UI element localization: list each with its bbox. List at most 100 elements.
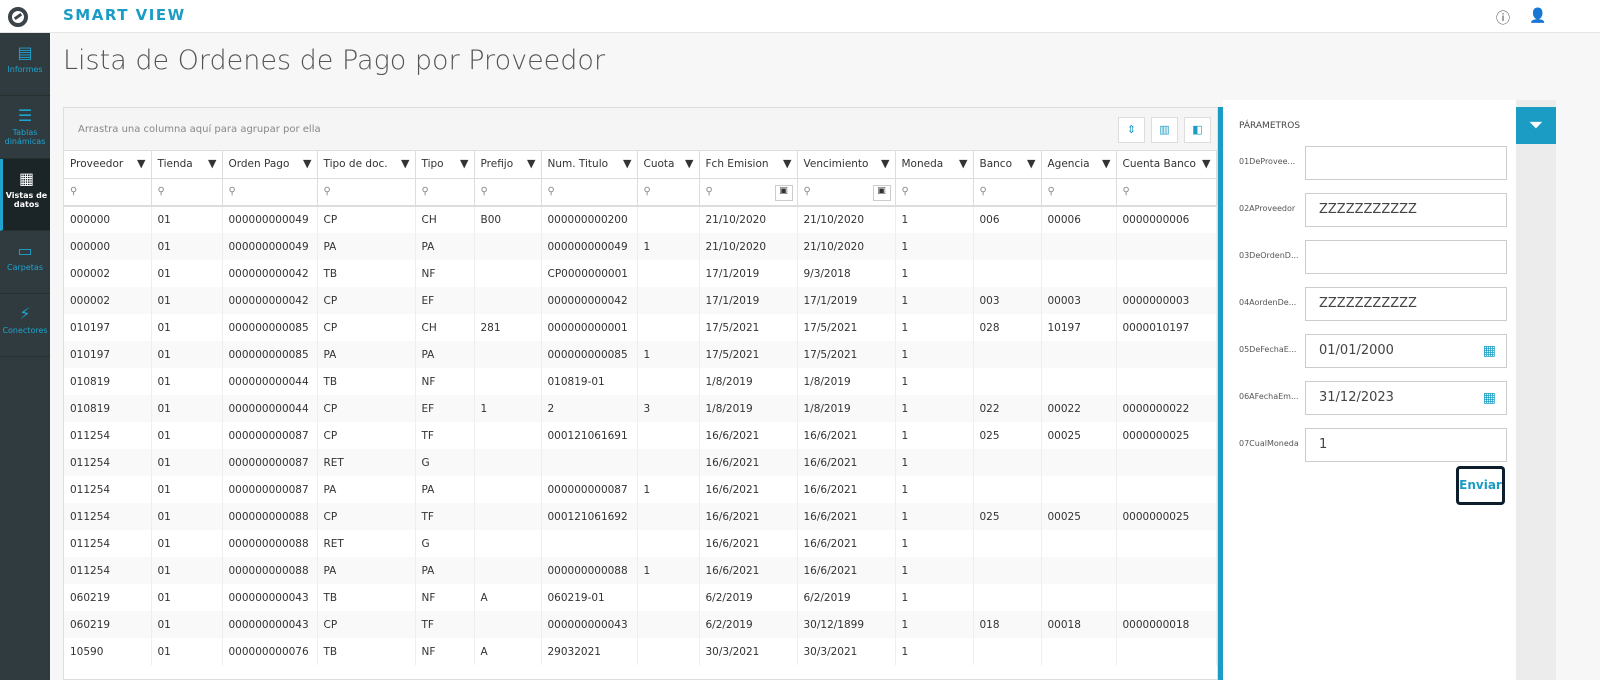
column-header[interactable]: Tipo de doc. ▼ bbox=[317, 151, 416, 179]
table-cell: 01 bbox=[151, 314, 223, 341]
column-header[interactable]: Cuota ▼ bbox=[637, 151, 700, 179]
table-row[interactable]: 011254 01 000000000087 CP TF 000121061691 16/6… bbox=[64, 422, 1217, 449]
filter-icon[interactable]: ▼ bbox=[460, 157, 468, 170]
filter-icon[interactable]: ▼ bbox=[137, 157, 145, 170]
column-header[interactable]: Banco ▼ bbox=[973, 151, 1042, 179]
column-header[interactable]: Prefijo ▼ bbox=[474, 151, 542, 179]
sidebar-item-tablas[interactable]: ☰ Tablas dinámicas bbox=[0, 96, 50, 159]
column-search-input[interactable]: ⚲ bbox=[541, 178, 638, 207]
column-search-input[interactable]: ⚲ bbox=[64, 178, 152, 207]
filter-icon[interactable]: ▼ bbox=[1202, 157, 1210, 170]
filter-icon[interactable]: ▼ bbox=[1027, 157, 1035, 170]
column-search-input[interactable]: ⚲ ▣ bbox=[699, 178, 798, 207]
page-title: Lista de Ordenes de Pago por Proveedor bbox=[63, 45, 606, 76]
parameter-input[interactable]: ZZZZZZZZZZZ bbox=[1305, 193, 1507, 227]
column-search-input[interactable]: ⚲ bbox=[1116, 178, 1217, 207]
send-button[interactable]: Enviar bbox=[1456, 466, 1505, 505]
column-search-input[interactable]: ⚲ bbox=[1041, 178, 1117, 207]
filter-icon[interactable]: ▼ bbox=[527, 157, 535, 170]
column-header[interactable]: Proveedor ▼ bbox=[64, 151, 152, 179]
column-chooser-button[interactable]: ⇕ bbox=[1118, 117, 1145, 143]
table-row[interactable]: 000000 01 000000000049 CP CH B00 000000000200 2… bbox=[64, 206, 1217, 233]
parameter-input[interactable]: 31/12/2023 ▦ bbox=[1305, 381, 1507, 415]
calendar-icon[interactable]: ▣ bbox=[872, 184, 891, 201]
column-header[interactable]: Orden Pago ▼ bbox=[222, 151, 318, 179]
column-search-input[interactable]: ⚲ ▣ bbox=[797, 178, 896, 207]
table-cell: 16/6/2021 bbox=[699, 530, 798, 557]
filter-icon[interactable]: ▼ bbox=[303, 157, 311, 170]
column-search-input[interactable]: ⚲ bbox=[895, 178, 974, 207]
calendar-icon[interactable]: ▣ bbox=[774, 184, 793, 201]
export-csv-button[interactable]: ▥ bbox=[1151, 117, 1178, 143]
table-row[interactable]: 000000 01 000000000049 PA PA 000000000049 1 21/… bbox=[64, 233, 1217, 260]
export-button[interactable]: ◧ bbox=[1184, 117, 1211, 143]
sidebar-item-conectores[interactable]: ⚡ Conectores bbox=[0, 294, 50, 357]
parameter-input[interactable]: 1 bbox=[1305, 428, 1507, 462]
table-row[interactable]: 060219 01 000000000043 TB NF A 060219-01 6/2/20… bbox=[64, 584, 1217, 611]
table-row[interactable]: 011254 01 000000000088 PA PA 000000000088 1 16/… bbox=[64, 557, 1217, 584]
table-row[interactable]: 060219 01 000000000043 CP TF 000000000043 6/2/… bbox=[64, 611, 1217, 638]
parameter-input[interactable]: 01/01/2000 ▦ bbox=[1305, 334, 1507, 368]
search-icon: ⚲ bbox=[901, 186, 909, 198]
column-search-input[interactable]: ⚲ bbox=[415, 178, 475, 207]
table-cell: 17/1/2019 bbox=[699, 260, 798, 287]
column-search-input[interactable]: ⚲ bbox=[973, 178, 1042, 207]
column-header[interactable]: Agencia ▼ bbox=[1041, 151, 1117, 179]
table-row[interactable]: 10590 01 000000000076 TB NF A 29032021 30/3/202… bbox=[64, 638, 1217, 665]
table-row[interactable]: 011254 01 000000000088 RET G 16/6/2021 16/6/20… bbox=[64, 530, 1217, 557]
column-search-input[interactable]: ⚲ bbox=[151, 178, 223, 207]
parameter-input[interactable] bbox=[1305, 146, 1507, 180]
table-cell bbox=[637, 449, 700, 476]
user-icon[interactable]: 👤 bbox=[1529, 8, 1546, 24]
table-cell bbox=[637, 638, 700, 665]
table-row[interactable]: 011254 01 000000000087 PA PA 000000000087 1 16/… bbox=[64, 476, 1217, 503]
search-icon: ⚲ bbox=[1122, 186, 1130, 198]
column-header[interactable]: Cuenta Banco ▼ bbox=[1116, 151, 1217, 179]
column-search-input[interactable]: ⚲ bbox=[474, 178, 542, 207]
table-row[interactable]: 010197 01 000000000085 CP CH 281 000000000001 1… bbox=[64, 314, 1217, 341]
table-cell: CP bbox=[317, 287, 416, 314]
table-row[interactable]: 000002 01 000000000042 TB NF CP0000000001 17/1… bbox=[64, 260, 1217, 287]
column-label: Proveedor bbox=[70, 158, 124, 171]
table-row[interactable]: 010819 01 000000000044 CP EF 1 2 3 1/8/2019 1/8/2… bbox=[64, 395, 1217, 422]
table-cell: 000000000085 bbox=[222, 341, 318, 368]
table-row[interactable]: 010819 01 000000000044 TB NF 010819-01 1/8/201… bbox=[64, 368, 1217, 395]
table-cell: TF bbox=[415, 422, 475, 449]
filter-icon[interactable]: ▼ bbox=[959, 157, 967, 170]
calendar-icon[interactable]: ▦ bbox=[1483, 343, 1496, 359]
table-cell bbox=[637, 611, 700, 638]
column-header[interactable]: Tienda ▼ bbox=[151, 151, 223, 179]
table-cell bbox=[474, 611, 542, 638]
column-header[interactable]: Tipo ▼ bbox=[415, 151, 475, 179]
filter-icon[interactable]: ▼ bbox=[881, 157, 889, 170]
column-header[interactable]: Num. Titulo ▼ bbox=[541, 151, 638, 179]
table-row[interactable]: 011254 01 000000000088 CP TF 000121061692 16/6… bbox=[64, 503, 1217, 530]
column-header[interactable]: Fch Emision ▼ bbox=[699, 151, 798, 179]
table-row[interactable]: 000002 01 000000000042 CP EF 000000000042 17/1… bbox=[64, 287, 1217, 314]
group-panel[interactable]: Arrastra una columna aquí para agrupar p… bbox=[64, 108, 1217, 151]
sidebar-item-informes[interactable]: ▤ Informes bbox=[0, 33, 50, 96]
column-header[interactable]: Moneda ▼ bbox=[895, 151, 974, 179]
filter-icon[interactable]: ▼ bbox=[783, 157, 791, 170]
sidebar-item-carpetas[interactable]: ▭ Carpetas bbox=[0, 231, 50, 294]
table-row[interactable]: 010197 01 000000000085 PA PA 000000000085 1 17/… bbox=[64, 341, 1217, 368]
filter-icon[interactable]: ▼ bbox=[623, 157, 631, 170]
filter-icon[interactable]: ⏷ bbox=[1516, 107, 1556, 144]
calendar-icon[interactable]: ▦ bbox=[1483, 390, 1496, 406]
filter-icon[interactable]: ▼ bbox=[1102, 157, 1110, 170]
parameter-input[interactable] bbox=[1305, 240, 1507, 274]
filter-icon[interactable]: ▼ bbox=[685, 157, 693, 170]
table-cell bbox=[1041, 557, 1117, 584]
column-search-input[interactable]: ⚲ bbox=[317, 178, 416, 207]
table-row[interactable]: 011254 01 000000000087 RET G 16/6/2021 16/6/20… bbox=[64, 449, 1217, 476]
column-header[interactable]: Vencimiento ▼ bbox=[797, 151, 896, 179]
filter-icon[interactable]: ▼ bbox=[208, 157, 216, 170]
table-cell bbox=[973, 233, 1042, 260]
sidebar-item-vistas[interactable]: ▦ Vistas de datos bbox=[0, 159, 50, 231]
filter-icon[interactable]: ▼ bbox=[401, 157, 409, 170]
parameter-input[interactable]: ZZZZZZZZZZZ bbox=[1305, 287, 1507, 321]
column-search-input[interactable]: ⚲ bbox=[637, 178, 700, 207]
table-cell bbox=[637, 314, 700, 341]
column-search-input[interactable]: ⚲ bbox=[222, 178, 318, 207]
info-icon[interactable]: ⓘ bbox=[1496, 8, 1510, 28]
